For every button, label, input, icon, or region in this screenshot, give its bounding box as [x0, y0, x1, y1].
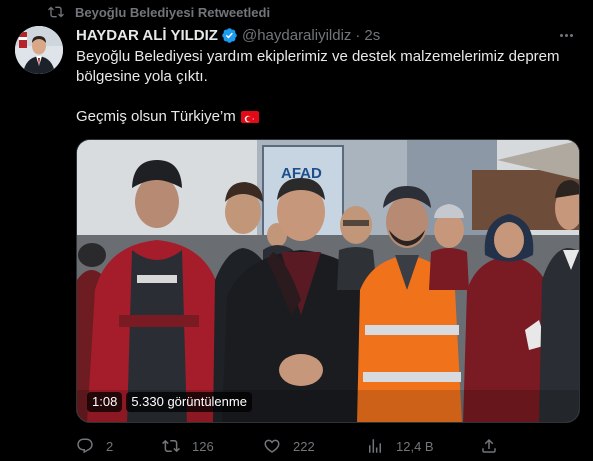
- video-duration: 1:08: [87, 392, 123, 412]
- share-icon: [482, 438, 496, 453]
- reply-button[interactable]: 2: [76, 436, 113, 456]
- action-bar: 2 126 222 12,4 B: [76, 436, 576, 456]
- reply-icon: [77, 438, 93, 454]
- tweet-paragraph-1: Beyoğlu Belediyesi yardım ekiplerimiz ve…: [76, 48, 560, 85]
- video-views: 5.330 görüntülenme: [126, 392, 252, 412]
- video-player[interactable]: AFAD 1:08 5.330 görüntülenme: [76, 139, 580, 423]
- author-handle[interactable]: @haydaraliyildiz: [242, 27, 351, 44]
- retweet-count: 126: [192, 438, 214, 454]
- video-frame: AFAD: [77, 140, 579, 422]
- tweet-paragraph-2: Geçmiş olsun Türkiye’m: [76, 108, 236, 125]
- tweet-time[interactable]: 2s: [364, 27, 380, 44]
- avatar-image: [15, 26, 63, 74]
- separator-dot: ·: [355, 26, 361, 44]
- analytics-icon: [369, 439, 381, 453]
- tweet-text: Beyoğlu Belediyesi yardım ekiplerimiz ve…: [76, 47, 576, 127]
- views-count: 12,4 B: [396, 438, 434, 454]
- like-button[interactable]: 222: [263, 436, 315, 456]
- retweet-action-icon: [162, 439, 180, 453]
- retweet-context-label[interactable]: Beyoğlu Belediyesi Retweetledi: [75, 5, 270, 20]
- video-info-bar: 1:08 5.330 görüntülenme: [87, 392, 252, 412]
- tweet-header: HAYDAR ALİ YILDIZ @haydaraliyildiz · 2s: [76, 25, 380, 45]
- retweet-icon: [48, 6, 64, 18]
- heart-icon: [264, 439, 280, 453]
- turkey-flag-icon: [240, 111, 259, 123]
- reply-count: 2: [106, 438, 114, 454]
- verified-badge-icon[interactable]: [221, 27, 238, 44]
- like-count: 222: [293, 438, 315, 454]
- views-button[interactable]: 12,4 B: [366, 436, 434, 456]
- share-button[interactable]: [480, 436, 498, 456]
- avatar[interactable]: [15, 26, 63, 74]
- more-options-icon[interactable]: [556, 25, 576, 45]
- retweet-button[interactable]: 126: [162, 436, 214, 456]
- author-name[interactable]: HAYDAR ALİ YILDIZ: [76, 27, 218, 44]
